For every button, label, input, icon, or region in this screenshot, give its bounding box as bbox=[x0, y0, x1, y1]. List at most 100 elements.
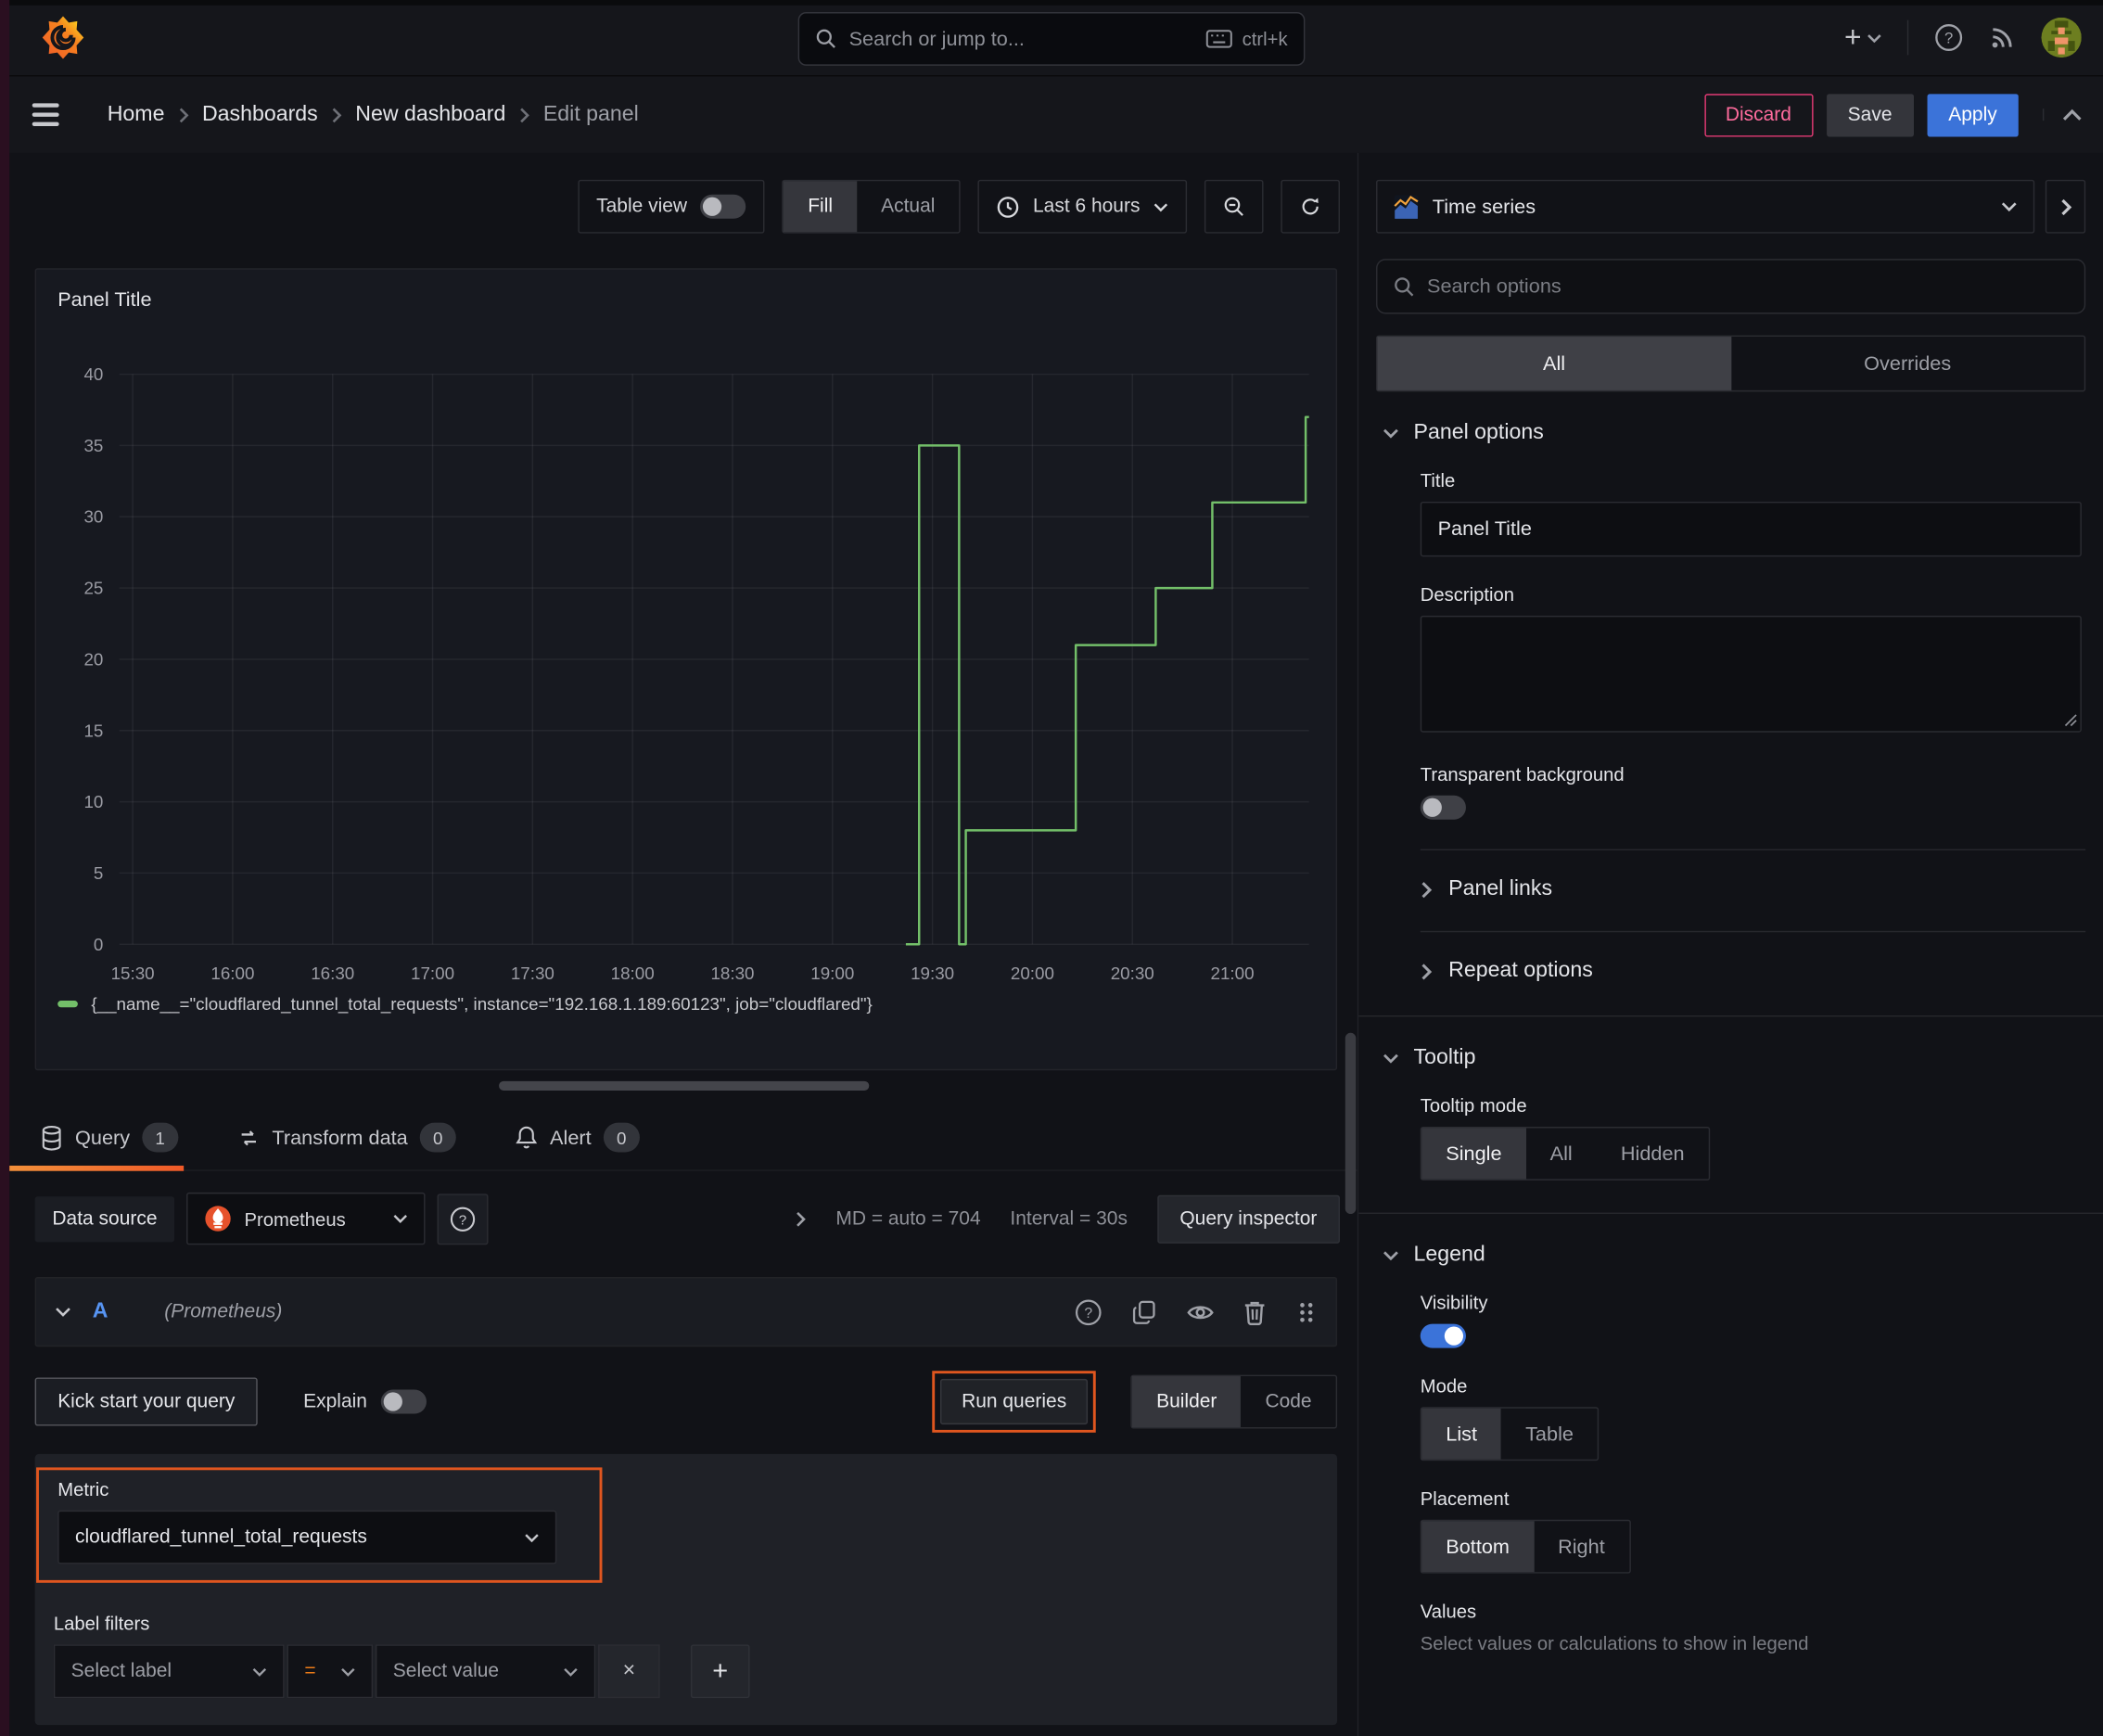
global-search-box[interactable]: ctrl+k bbox=[797, 12, 1306, 66]
delete-query-button[interactable] bbox=[1243, 1299, 1267, 1325]
datasource-picker[interactable]: Prometheus bbox=[186, 1192, 426, 1245]
legend-visibility-toggle[interactable] bbox=[1420, 1323, 1466, 1348]
toggle-options-pane-button[interactable] bbox=[2045, 179, 2086, 234]
svg-text:17:30: 17:30 bbox=[511, 964, 554, 983]
tooltip-mode-hidden[interactable]: Hidden bbox=[1597, 1128, 1709, 1179]
refresh-button[interactable] bbox=[1281, 179, 1340, 234]
toggle-query-visibility-button[interactable] bbox=[1187, 1302, 1214, 1322]
top-navigation-bar: ctrl+k + ? bbox=[0, 0, 2103, 77]
options-search-input[interactable] bbox=[1427, 274, 2069, 299]
panel-description-textarea[interactable] bbox=[1420, 615, 2082, 733]
grafana-logo-icon[interactable] bbox=[40, 15, 85, 60]
query-help-button[interactable]: ? bbox=[1075, 1297, 1102, 1325]
news-button[interactable] bbox=[1989, 24, 2016, 51]
select-value-dropdown[interactable]: Select value bbox=[376, 1644, 596, 1699]
apply-button[interactable]: Apply bbox=[1927, 93, 2019, 136]
query-datasource-hint: (Prometheus) bbox=[164, 1301, 283, 1323]
series-label[interactable]: {__name__="cloudflared_tunnel_total_requ… bbox=[91, 994, 872, 1015]
zoom-out-button[interactable] bbox=[1204, 179, 1264, 234]
run-queries-button[interactable]: Run queries bbox=[939, 1378, 1089, 1425]
explain-control: Explain bbox=[303, 1389, 427, 1414]
add-filter-button[interactable]: + bbox=[690, 1644, 750, 1699]
tab-overrides[interactable]: Overrides bbox=[1731, 337, 2084, 390]
tooltip-mode-single[interactable]: Single bbox=[1421, 1128, 1526, 1180]
code-option[interactable]: Code bbox=[1241, 1376, 1335, 1427]
tooltip-section-header[interactable]: Tooltip bbox=[1358, 1016, 2103, 1070]
tab-transform-data[interactable]: Transform data 0 bbox=[232, 1106, 462, 1169]
search-icon bbox=[1395, 276, 1414, 296]
chevron-down-icon bbox=[341, 1667, 355, 1677]
svg-text:20:30: 20:30 bbox=[1111, 964, 1154, 983]
global-search-input[interactable] bbox=[848, 27, 1194, 51]
query-actions-row: Kick start your query Explain Run querie… bbox=[34, 1371, 1338, 1433]
explain-label: Explain bbox=[303, 1390, 367, 1413]
panel-preview-card[interactable]: Panel Title 0 5 10 15 20 25 30 35 40 15:30 16:00 16… bbox=[34, 268, 1338, 1071]
select-value-placeholder: Select value bbox=[392, 1660, 500, 1682]
breadcrumb-dashboards[interactable]: Dashboards bbox=[202, 103, 318, 127]
panel-options-section-header[interactable]: Panel options bbox=[1358, 391, 2103, 445]
add-menu-button[interactable]: + bbox=[1844, 20, 1881, 56]
chevron-down-icon bbox=[393, 1215, 407, 1223]
legend-values-hint: Select values or calculations to show in… bbox=[1420, 1632, 1809, 1654]
explain-toggle[interactable] bbox=[380, 1389, 427, 1414]
legend-placement-right[interactable]: Right bbox=[1534, 1521, 1629, 1572]
operator-value: = bbox=[304, 1660, 316, 1682]
chevron-down-icon bbox=[252, 1667, 267, 1677]
chevron-down-icon bbox=[1153, 202, 1168, 211]
tooltip-mode-all[interactable]: All bbox=[1526, 1128, 1597, 1179]
copy-icon bbox=[1132, 1300, 1155, 1324]
resize-grip-icon[interactable] bbox=[2064, 714, 2077, 727]
transform-icon bbox=[241, 1130, 256, 1145]
legend-section-header[interactable]: Legend bbox=[1358, 1214, 2103, 1268]
tab-alert[interactable]: Alert 0 bbox=[510, 1106, 645, 1169]
user-avatar[interactable] bbox=[2041, 17, 2082, 58]
legend-placement-switch: Bottom Right bbox=[1420, 1519, 1631, 1574]
panel-title-input[interactable] bbox=[1420, 501, 2082, 557]
legend-mode-list[interactable]: List bbox=[1421, 1408, 1502, 1460]
datasource-help-button[interactable]: ? bbox=[437, 1193, 489, 1245]
panel-options-heading: Panel options bbox=[1413, 421, 1544, 444]
panel-resize-handle[interactable] bbox=[498, 1080, 869, 1091]
table-view-toggle[interactable] bbox=[700, 194, 746, 219]
actual-option[interactable]: Actual bbox=[857, 181, 959, 232]
save-button[interactable]: Save bbox=[1826, 93, 1914, 136]
select-label-dropdown[interactable]: Select label bbox=[53, 1644, 285, 1699]
svg-text:15: 15 bbox=[83, 721, 103, 740]
transparent-background-toggle[interactable] bbox=[1420, 795, 1466, 820]
viz-picker-label: Time series bbox=[1432, 195, 1536, 219]
menu-toggle-button[interactable] bbox=[27, 98, 65, 132]
legend-mode-table[interactable]: Table bbox=[1501, 1409, 1598, 1460]
chevron-right-icon[interactable] bbox=[796, 1210, 807, 1226]
query-inspector-button[interactable]: Query inspector bbox=[1156, 1194, 1340, 1244]
panel-links-section-header[interactable]: Panel links bbox=[1358, 850, 2103, 901]
svg-text:0: 0 bbox=[94, 935, 103, 954]
duplicate-query-button[interactable] bbox=[1132, 1299, 1157, 1324]
repeat-options-section-header[interactable]: Repeat options bbox=[1358, 932, 2103, 983]
query-a-header[interactable]: A (Prometheus) ? bbox=[34, 1277, 1338, 1347]
legend-placement-bottom[interactable]: Bottom bbox=[1421, 1521, 1535, 1573]
builder-option[interactable]: Builder bbox=[1132, 1376, 1242, 1428]
options-search-box[interactable] bbox=[1376, 259, 2086, 314]
kick-start-query-button[interactable]: Kick start your query bbox=[34, 1377, 258, 1426]
remove-filter-button[interactable]: × bbox=[598, 1644, 660, 1699]
fill-option[interactable]: Fill bbox=[784, 181, 858, 233]
eye-icon bbox=[1187, 1305, 1214, 1319]
chevron-down-icon bbox=[1383, 1053, 1398, 1064]
left-pane-scrollbar[interactable] bbox=[1345, 1032, 1357, 1215]
breadcrumb-home[interactable]: Home bbox=[108, 103, 165, 127]
visualization-picker[interactable]: Time series bbox=[1376, 179, 2035, 234]
collapse-header-button[interactable] bbox=[2042, 108, 2082, 121]
fill-actual-switch: Fill Actual bbox=[782, 179, 961, 234]
chevron-down-icon[interactable] bbox=[55, 1307, 70, 1318]
max-data-points-info: MD = auto = 704 bbox=[835, 1207, 981, 1230]
drag-query-handle[interactable] bbox=[1295, 1300, 1317, 1323]
tab-query[interactable]: Query 1 bbox=[9, 1106, 184, 1171]
metric-select[interactable]: cloudflared_tunnel_total_requests bbox=[57, 1510, 557, 1564]
operator-dropdown[interactable]: = bbox=[287, 1644, 374, 1699]
time-range-picker[interactable]: Last 6 hours bbox=[977, 179, 1188, 234]
help-button[interactable]: ? bbox=[1934, 23, 1964, 53]
breadcrumb-new-dashboard[interactable]: New dashboard bbox=[355, 103, 505, 127]
discard-button[interactable]: Discard bbox=[1703, 93, 1814, 136]
tab-query-label: Query bbox=[75, 1126, 131, 1149]
tab-all[interactable]: All bbox=[1377, 337, 1731, 390]
